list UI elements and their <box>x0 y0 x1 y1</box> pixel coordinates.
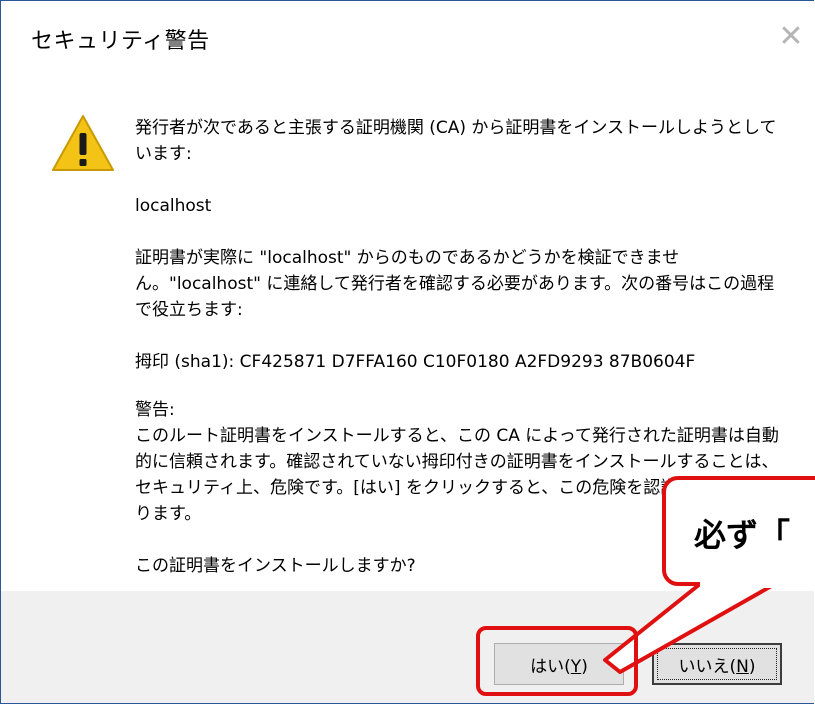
callout-joint <box>700 580 815 588</box>
callout-pointer <box>603 582 777 674</box>
yes-button-highlight <box>476 626 638 696</box>
callout-text: 必ず「 <box>694 516 791 554</box>
